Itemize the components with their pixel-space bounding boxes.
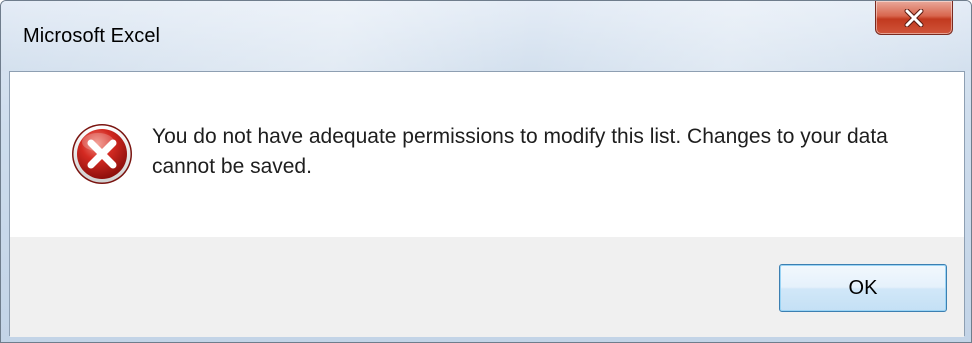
message-area: You do not have adequate permissions to … [10, 72, 964, 237]
ok-button[interactable]: OK [779, 264, 947, 312]
window-title: Microsoft Excel [23, 25, 161, 47]
close-button[interactable] [875, 1, 953, 35]
close-icon [904, 8, 924, 27]
error-message: You do not have adequate permissions to … [152, 125, 888, 178]
button-bar: OK [10, 237, 964, 337]
error-icon [72, 124, 132, 184]
title-bar[interactable]: Microsoft Excel [1, 1, 971, 71]
dialog-client-area: You do not have adequate permissions to … [9, 71, 965, 337]
dialog-window: Microsoft Excel You do not have adequate… [0, 0, 972, 343]
